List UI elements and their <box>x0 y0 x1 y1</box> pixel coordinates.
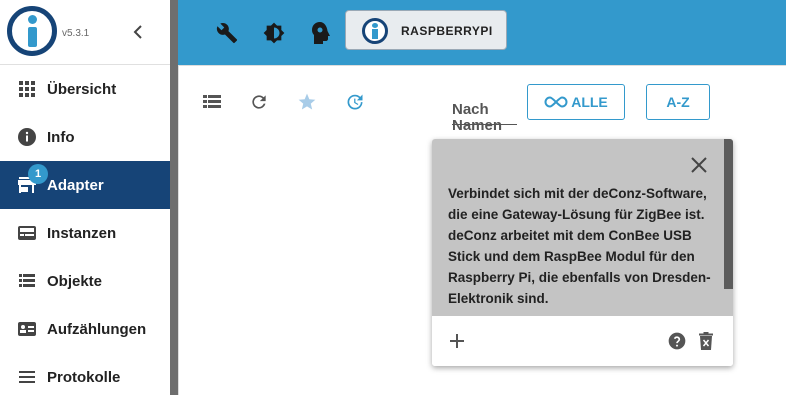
help-button[interactable] <box>665 329 689 353</box>
host-logo-icon <box>362 18 388 44</box>
wrench-icon[interactable] <box>215 21 239 45</box>
sort-az-button[interactable]: A-Z <box>646 84 710 120</box>
filter-underline <box>452 124 517 125</box>
sort-az-label: A-Z <box>666 94 690 110</box>
iobroker-logo <box>7 6 57 56</box>
enum-icon <box>18 320 36 338</box>
host-selector-button[interactable]: RASPBERRYPI <box>345 10 507 50</box>
delete-icon <box>699 332 713 350</box>
infinity-icon <box>544 96 568 108</box>
adapter-card: Verbindet sich mit der deConz-Software, … <box>432 139 733 366</box>
sidebar-item-label: Instanzen <box>47 224 117 242</box>
all-filter-button[interactable]: ALLE <box>527 84 625 120</box>
instances-icon <box>18 224 36 242</box>
brightness-icon[interactable] <box>262 21 286 45</box>
all-filter-label: ALLE <box>571 94 608 110</box>
adapter-update-badge: 1 <box>28 164 48 184</box>
chevron-left-icon <box>133 25 142 39</box>
sidebar-item-uebersicht[interactable]: Übersicht <box>0 65 170 113</box>
help-icon <box>668 332 686 350</box>
info-icon <box>18 128 36 146</box>
add-instance-button[interactable] <box>445 329 469 353</box>
adapter-description-panel: Verbindet sich mit der deConz-Software, … <box>432 139 724 316</box>
collapse-sidebar-button[interactable] <box>128 22 148 42</box>
version-label: v5.3.1 <box>62 28 90 39</box>
top-app-bar: RASPBERRYPI <box>178 0 786 65</box>
name-filter-input[interactable]: Nach Namen filtern <box>452 102 522 134</box>
sidebar-item-protokolle[interactable]: Protokolle <box>0 353 170 395</box>
close-icon <box>691 157 707 173</box>
sidebar-item-label: Übersicht <box>47 80 117 98</box>
sidebar-item-instanzen[interactable]: Instanzen <box>0 209 170 257</box>
sidebar-item-objekte[interactable]: Objekte <box>0 257 170 305</box>
card-footer <box>432 316 733 366</box>
apps-grid-icon <box>18 80 36 98</box>
delete-adapter-button[interactable] <box>694 329 718 353</box>
description-scrollbar-thumb[interactable] <box>724 139 733 289</box>
list-icon <box>18 272 36 290</box>
update-icon[interactable] <box>345 92 365 112</box>
star-icon[interactable] <box>297 92 317 112</box>
log-icon <box>18 368 36 386</box>
close-description-button[interactable] <box>687 153 711 177</box>
list-view-icon[interactable] <box>202 92 222 112</box>
sidebar-item-label: Aufzählungen <box>47 320 147 338</box>
refresh-icon[interactable] <box>249 92 269 112</box>
sidebar-scrollbar[interactable] <box>170 0 178 395</box>
expert-mode-icon[interactable] <box>309 21 333 45</box>
sidebar-header: v5.3.1 <box>0 0 170 65</box>
adapter-description: Verbindet sich mit der deConz-Software, … <box>448 186 711 306</box>
sidebar-item-aufzaehlungen[interactable]: Aufzählungen <box>0 305 170 353</box>
plus-icon <box>450 334 464 348</box>
sidebar-item-label: Info <box>47 128 75 146</box>
sidebar-item-label: Adapter <box>47 176 104 194</box>
sidebar-item-label: Protokolle <box>47 368 121 386</box>
host-name: RASPBERRYPI <box>401 24 493 38</box>
sidebar-item-label: Objekte <box>47 272 103 290</box>
sidebar: v5.3.1 Übersicht Info 1 Adapter Instanze… <box>0 0 170 395</box>
sidebar-item-adapter[interactable]: 1 Adapter <box>0 161 170 209</box>
sidebar-item-info[interactable]: Info <box>0 113 170 161</box>
